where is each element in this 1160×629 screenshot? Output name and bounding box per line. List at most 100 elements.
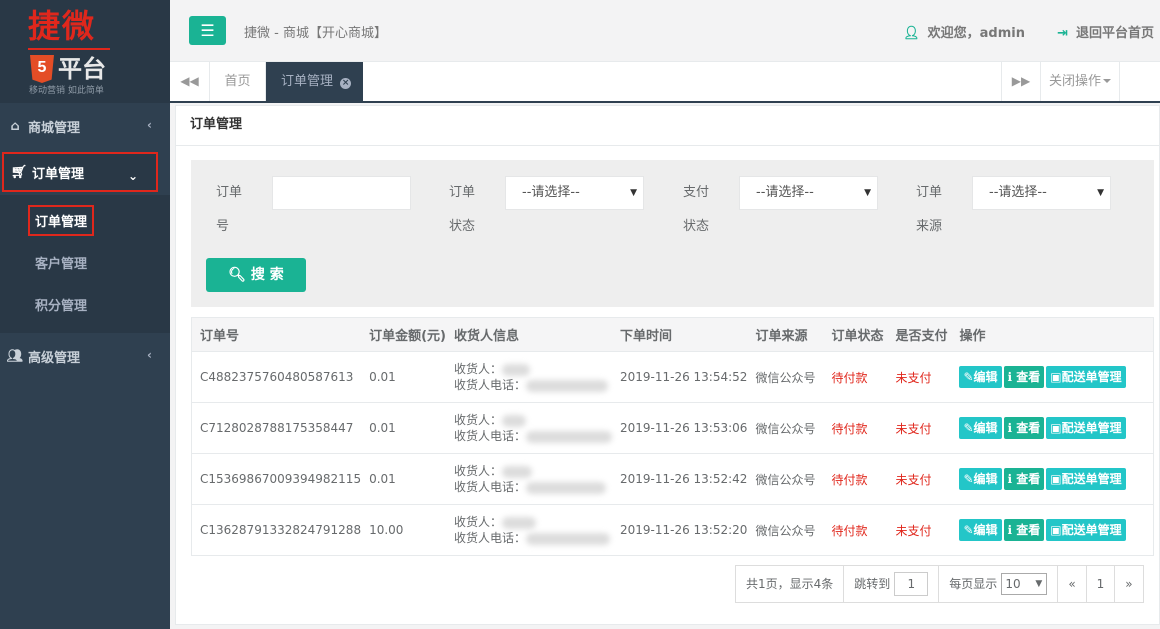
- redacted-name: [501, 414, 526, 427]
- sidebar-subitem-points-manage[interactable]: 积分管理: [0, 283, 170, 325]
- tab-scroll-right-button[interactable]: ▶▶: [1001, 62, 1041, 101]
- close-operations-dropdown[interactable]: 关闭操作: [1041, 62, 1120, 101]
- sidebar-submenu: 订单管理 客户管理 积分管理: [0, 195, 170, 333]
- chevron-left-icon: ‹: [147, 348, 152, 362]
- col-actions: 操作: [951, 317, 1154, 352]
- per-page-select[interactable]: 10 ▼: [1001, 573, 1048, 595]
- order-no-cell: C13628791332824791288: [191, 504, 362, 556]
- logo: 捷微 5 平台 移动营销 如此简单: [0, 0, 170, 103]
- order-time-cell: 2019-11-26 13:54:52: [611, 351, 748, 403]
- order-source-select[interactable]: --请选择-- ▼: [972, 176, 1111, 210]
- shipping-manage-button[interactable]: ▣配送单管理: [1046, 417, 1126, 439]
- order-status-select[interactable]: --请选择-- ▼: [505, 176, 644, 210]
- redacted-phone: [525, 379, 608, 392]
- edit-button[interactable]: ✎编辑: [959, 519, 1002, 541]
- redacted-name: [501, 516, 536, 529]
- edit-button[interactable]: ✎编辑: [959, 468, 1002, 490]
- sidebar-item-advanced[interactable]: 👥︎ 高级管理 ‹: [0, 333, 170, 379]
- edit-button[interactable]: ✎编辑: [959, 366, 1002, 388]
- actions-cell: ✎编辑 ℹ 查看 ▣配送单管理: [951, 351, 1154, 403]
- redacted-phone: [525, 430, 612, 443]
- dropdown-arrow-icon: ▼: [1035, 579, 1043, 589]
- menu-toggle-button[interactable]: ☰: [189, 16, 226, 45]
- close-tab-icon[interactable]: ×: [340, 78, 352, 89]
- status-cell: 待付款: [823, 351, 888, 403]
- page-1-button[interactable]: 1: [1087, 566, 1116, 602]
- sidebar: 捷微 5 平台 移动营销 如此简单 ⌂ 商城管理 ‹ 🛒︎ 订单管理 ⌄ 订单管…: [0, 0, 170, 629]
- hamburger-icon: ☰: [200, 21, 215, 40]
- tab-order-manage[interactable]: 订单管理 ×: [266, 62, 363, 101]
- sidebar-subitem-order-manage[interactable]: 订单管理: [0, 199, 170, 241]
- tab-bar: ◀◀ 首页 订单管理 × ▶▶ 关闭操作: [170, 62, 1160, 103]
- sidebar-item-orders[interactable]: 🛒︎ 订单管理 ⌄: [2, 152, 158, 192]
- pay-status-select[interactable]: --请选择-- ▼: [739, 176, 878, 210]
- col-source: 订单来源: [747, 317, 824, 352]
- tab-home[interactable]: 首页: [210, 62, 266, 101]
- source-cell: 微信公众号: [747, 351, 824, 403]
- table-row: C7128028788175358447 0.01 收货人： 收货人电话： 20…: [191, 402, 1154, 454]
- jump-page-input[interactable]: 1: [894, 572, 929, 596]
- dropdown-arrow-icon: ▼: [630, 188, 637, 198]
- logo-divider: [28, 48, 110, 50]
- top-bar: ☰ 捷微 - 商城【开心商城】 👤︎ 欢迎您，admin ⇥ 退回平台首页: [170, 0, 1160, 62]
- amount-cell: 0.01: [361, 453, 446, 505]
- source-cell: 微信公众号: [747, 402, 824, 454]
- order-no-input[interactable]: [272, 176, 411, 210]
- search-form: 订单号 订单状态 --请选择-- ▼ 支付状态 --请选择-- ▼ 订单来源 --请…: [191, 160, 1154, 307]
- logo-slogan: 移动营销 如此简单: [29, 86, 104, 96]
- amount-cell: 0.01: [361, 351, 446, 403]
- order-no-cell: C7128028788175358447: [191, 402, 362, 454]
- sidebar-subitem-customer-manage[interactable]: 客户管理: [0, 241, 170, 283]
- view-button[interactable]: ℹ 查看: [1003, 366, 1045, 388]
- html5-icon: 5: [30, 55, 54, 83]
- actions-cell: ✎编辑 ℹ 查看 ▣配送单管理: [951, 504, 1154, 556]
- actions-cell: ✎编辑 ℹ 查看 ▣配送单管理: [951, 402, 1154, 454]
- table-row: C13628791332824791288 10.00 收货人： 收货人电话： …: [191, 504, 1154, 556]
- pagination: 共1页，显示4条 跳转到 1 每页显示 10 ▼ « 1 »: [735, 565, 1144, 603]
- search-button[interactable]: 🔍︎ 搜 索: [206, 258, 306, 292]
- receiver-cell: 收货人： 收货人电话：: [445, 402, 612, 454]
- pay-status-label: 支付状态: [683, 185, 710, 234]
- receiver-cell: 收货人： 收货人电话：: [445, 453, 612, 505]
- col-status: 订单状态: [823, 317, 888, 352]
- sidebar-item-label: 订单管理: [32, 166, 85, 182]
- paid-cell: 未支付: [887, 453, 952, 505]
- shipping-manage-button[interactable]: ▣配送单管理: [1046, 366, 1126, 388]
- pagination-jump: 跳转到 1: [844, 566, 940, 602]
- tab-scroll-left-button[interactable]: ◀◀: [170, 62, 210, 101]
- receiver-cell: 收货人： 收货人电话：: [445, 351, 612, 403]
- table-row: C15369867009394982115 0.01 收货人： 收货人电话： 2…: [191, 453, 1154, 505]
- sidebar-item-mall[interactable]: ⌂ 商城管理 ‹: [0, 103, 170, 149]
- redacted-phone: [525, 532, 610, 545]
- sidebar-item-label: 商城管理: [28, 120, 81, 136]
- col-order-time: 下单时间: [611, 317, 748, 352]
- pagination-per-page: 每页显示 10 ▼: [939, 566, 1059, 602]
- pagination-summary: 共1页，显示4条: [736, 566, 845, 602]
- chevron-down-icon: ⌄: [127, 169, 138, 183]
- receiver-cell: 收货人： 收货人电话：: [445, 504, 612, 556]
- user-icon: 👤︎: [903, 26, 920, 41]
- table-header-row: 订单号 订单金额(元) 收货人信息 下单时间 订单来源 订单状态 是否支付 操作: [191, 317, 1154, 352]
- table-row: C4882375760480587613 0.01 收货人： 收货人电话： 20…: [191, 351, 1154, 403]
- order-status-label: 订单状态: [449, 185, 476, 234]
- welcome-user: 👤︎ 欢迎您，admin: [903, 26, 1025, 41]
- prev-page-button[interactable]: «: [1058, 566, 1087, 602]
- status-cell: 待付款: [823, 504, 888, 556]
- view-button[interactable]: ℹ 查看: [1003, 417, 1045, 439]
- view-button[interactable]: ℹ 查看: [1003, 468, 1045, 490]
- paid-cell: 未支付: [887, 504, 952, 556]
- dropdown-arrow-icon: ▼: [1097, 188, 1104, 198]
- next-page-button[interactable]: »: [1115, 566, 1142, 602]
- search-icon: 🔍︎: [228, 267, 247, 283]
- dropdown-arrow-icon: ▼: [864, 188, 871, 198]
- logout-link[interactable]: ⇥ 退回平台首页: [1057, 22, 1154, 41]
- order-time-cell: 2019-11-26 13:52:20: [611, 504, 748, 556]
- site-title: 捷微 - 商城【开心商城】: [244, 26, 387, 41]
- edit-button[interactable]: ✎编辑: [959, 417, 1002, 439]
- view-button[interactable]: ℹ 查看: [1003, 519, 1045, 541]
- shipping-manage-button[interactable]: ▣配送单管理: [1046, 519, 1126, 541]
- orders-table: 订单号 订单金额(元) 收货人信息 下单时间 订单来源 订单状态 是否支付 操作…: [191, 317, 1154, 556]
- sidebar-nav: ⌂ 商城管理 ‹ 🛒︎ 订单管理 ⌄ 订单管理 客户管理 积分管理 👥︎ 高级管…: [0, 103, 170, 379]
- shipping-manage-button[interactable]: ▣配送单管理: [1046, 468, 1126, 490]
- paid-cell: 未支付: [887, 351, 952, 403]
